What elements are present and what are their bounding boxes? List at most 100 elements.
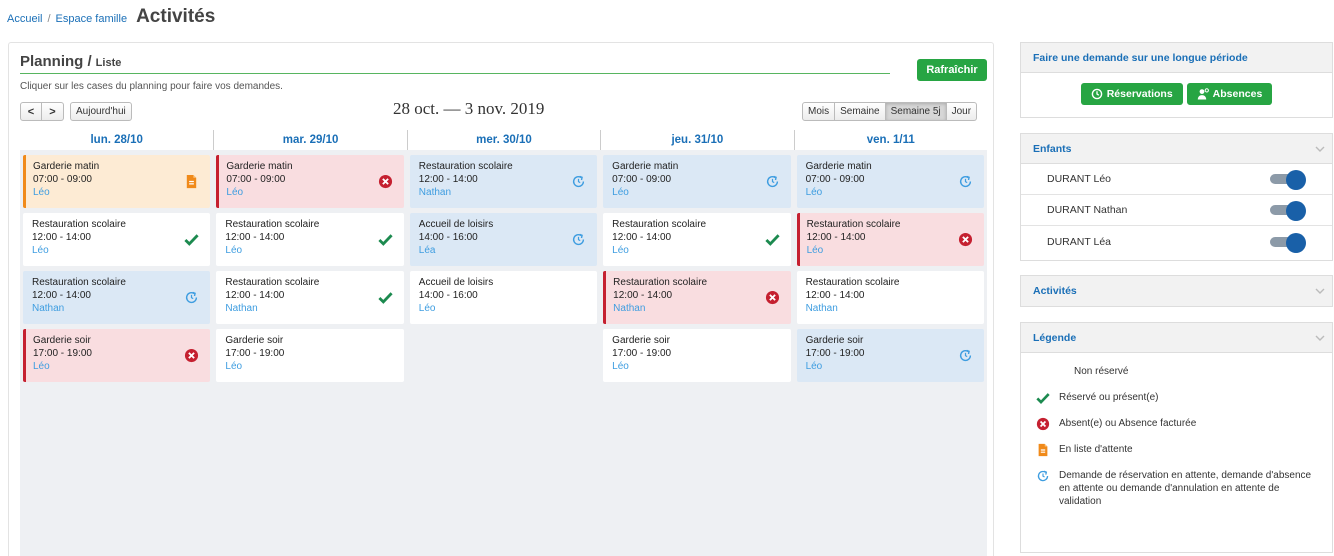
event-title: Restauration scolaire <box>225 277 320 288</box>
reservations-button-label: Réservations <box>1106 88 1173 100</box>
breadcrumb: Accueil / Espace famille Activités <box>7 6 215 28</box>
breadcrumb-family-space-link[interactable]: Espace famille <box>56 13 128 25</box>
planning-title: Planning / <box>20 53 92 70</box>
next-week-button[interactable]: > <box>42 102 64 121</box>
chevron-down-icon[interactable] <box>1308 134 1332 164</box>
reservations-button[interactable]: Réservations <box>1080 83 1183 105</box>
page-title: Activités <box>136 6 216 27</box>
event-card[interactable]: Garderie matin 07:00 - 09:00 Léo <box>216 155 404 208</box>
event-card[interactable]: Garderie soir 17:00 - 19:00 Léo <box>796 329 984 382</box>
child-toggle[interactable] <box>1270 170 1306 190</box>
chevron-down-icon[interactable] <box>1308 276 1332 306</box>
children-header[interactable]: Enfants <box>1021 134 1332 164</box>
event-card[interactable]: Restauration scolaire 12:00 - 14:00 Léo <box>796 213 984 266</box>
child-name: DURANT Léa <box>1047 235 1111 248</box>
event-card[interactable]: Restauration scolaire 12:00 - 14:00 Nathan <box>23 271 211 324</box>
planning-panel: Planning / Liste Rafraîchir Cliquer sur … <box>8 42 994 556</box>
cross-circle-icon <box>958 232 973 247</box>
cross-circle-icon <box>765 290 780 305</box>
activities-panel: Activités <box>1020 275 1333 307</box>
absences-button[interactable]: Absences <box>1186 83 1273 105</box>
event-card[interactable]: Garderie soir 17:00 - 19:00 Léo <box>216 329 404 382</box>
calendar: lun. 28/10 mar. 29/10 mer. 30/10 jeu. 31/10… <box>20 130 987 556</box>
event-card[interactable]: Restauration scolaire 12:00 - 14:00 Léo <box>603 213 791 266</box>
event-child: Nathan <box>805 303 838 314</box>
list-view-link[interactable]: Liste <box>96 57 122 69</box>
day-header: jeu. 31/10 <box>600 130 793 150</box>
previous-week-button[interactable]: < <box>20 102 42 121</box>
event-card[interactable]: Restauration scolaire 12:00 - 14:00 Nathan <box>796 271 984 324</box>
blank-icon <box>1035 365 1051 379</box>
document-icon <box>184 174 199 189</box>
child-toggle[interactable] <box>1270 201 1306 221</box>
event-time: 17:00 - 19:00 <box>225 348 285 359</box>
day-column: Garderie matin 07:00 - 09:00 Léo Restaurati… <box>20 150 213 556</box>
event-title: Restauration scolaire <box>612 219 707 230</box>
cross-circle-icon <box>378 174 393 189</box>
pending-refresh-icon <box>184 290 199 305</box>
legend-header[interactable]: Légende <box>1021 323 1332 353</box>
day-column: Garderie matin 07:00 - 09:00 Léo Restaurati… <box>794 150 987 556</box>
legend-item: Non réservé <box>1021 365 1332 379</box>
child-name: DURANT Nathan <box>1047 204 1128 216</box>
legend-item: En liste d'attente <box>1021 443 1332 457</box>
event-card[interactable]: Restauration scolaire 12:00 - 14:00 Léo <box>23 213 211 266</box>
legend-text: Demande de réservation en attente, deman… <box>1059 470 1312 507</box>
event-card[interactable]: Accueil de loisirs 14:00 - 16:00 Léo <box>409 271 598 324</box>
event-card[interactable]: Restauration scolaire 12:00 - 14:00 Nathan <box>603 271 791 324</box>
activities-header[interactable]: Activités <box>1021 276 1332 306</box>
today-button[interactable]: Aujourd'hui <box>70 102 132 121</box>
event-title: Accueil de loisirs <box>418 277 494 288</box>
event-card[interactable]: Restauration scolaire 12:00 - 14:00 Léo <box>216 213 404 266</box>
long-period-request-header: Faire une demande sur une longue période <box>1021 43 1332 73</box>
event-card[interactable]: Garderie matin 07:00 - 09:00 Léo <box>23 155 211 208</box>
event-title: Restauration scolaire <box>225 219 320 230</box>
event-card[interactable]: Garderie soir 17:00 - 19:00 Léo <box>603 329 791 382</box>
chevron-down-icon[interactable] <box>1308 323 1332 353</box>
pending-refresh-icon <box>958 348 973 363</box>
child-name: DURANT Léo <box>1047 173 1111 185</box>
event-card[interactable]: Accueil de loisirs 14:00 - 16:00 Léa <box>409 213 598 266</box>
event-title: Garderie matin <box>612 161 679 172</box>
day-column: Restauration scolaire 12:00 - 14:00 Nathan… <box>407 150 600 556</box>
event-card[interactable]: Garderie matin 07:00 - 09:00 Léo <box>796 155 984 208</box>
long-period-request-panel: Faire une demande sur une longue période… <box>1020 42 1333 118</box>
breadcrumb-home-link[interactable]: Accueil <box>7 13 42 25</box>
event-child: Léo <box>612 361 629 372</box>
event-card[interactable]: Garderie matin 07:00 - 09:00 Léo <box>603 155 791 208</box>
clock-icon <box>1091 88 1103 100</box>
event-title: Garderie soir <box>225 335 284 346</box>
event-time: 12:00 - 14:00 <box>805 290 865 301</box>
check-icon <box>1035 391 1051 405</box>
planning-header: Planning / Liste <box>20 53 890 74</box>
children-title: Enfants <box>1033 142 1072 155</box>
legend-list: Non réservé Réservé ou présent(e) Absent(e… <box>1021 353 1332 508</box>
event-card[interactable]: Garderie soir 17:00 - 19:00 Léo <box>23 329 211 382</box>
document-icon <box>1035 443 1051 457</box>
event-title: Garderie soir <box>805 335 864 346</box>
check-icon <box>764 232 780 247</box>
event-card[interactable]: Restauration scolaire 12:00 - 14:00 Nathan <box>409 155 598 208</box>
date-range-title: 28 oct. — 3 nov. 2019 <box>393 99 545 118</box>
event-child: Léo <box>418 303 436 314</box>
day-column: Garderie matin 07:00 - 09:00 Léo Restaurati… <box>600 150 793 556</box>
day-column: Garderie matin 07:00 - 09:00 Léo Restaurati… <box>213 150 406 556</box>
pending-refresh-icon <box>958 174 973 189</box>
refresh-button[interactable]: Rafraîchir <box>917 59 987 81</box>
event-time: 14:00 - 16:00 <box>418 290 478 301</box>
view-button[interactable]: Jour <box>946 102 978 121</box>
legend-title: Légende <box>1033 331 1077 344</box>
view-button[interactable]: Semaine <box>835 102 886 121</box>
child-row: DURANT Léo <box>1021 164 1332 195</box>
view-button[interactable]: Semaine 5j <box>885 102 947 121</box>
child-toggle[interactable] <box>1270 232 1306 253</box>
view-button[interactable]: Mois <box>802 102 836 121</box>
day-header: mer. 30/10 <box>406 130 600 150</box>
legend-text: Non réservé <box>1074 366 1129 377</box>
user-absence-icon <box>1197 88 1209 100</box>
event-title: Restauration scolaire <box>613 277 708 288</box>
planning-hint: Cliquer sur les cases du planning pour f… <box>20 81 283 92</box>
event-card[interactable]: Restauration scolaire 12:00 - 14:00 Nathan <box>216 271 404 324</box>
pending-refresh-icon <box>571 232 586 247</box>
event-child: Léo <box>225 361 243 372</box>
